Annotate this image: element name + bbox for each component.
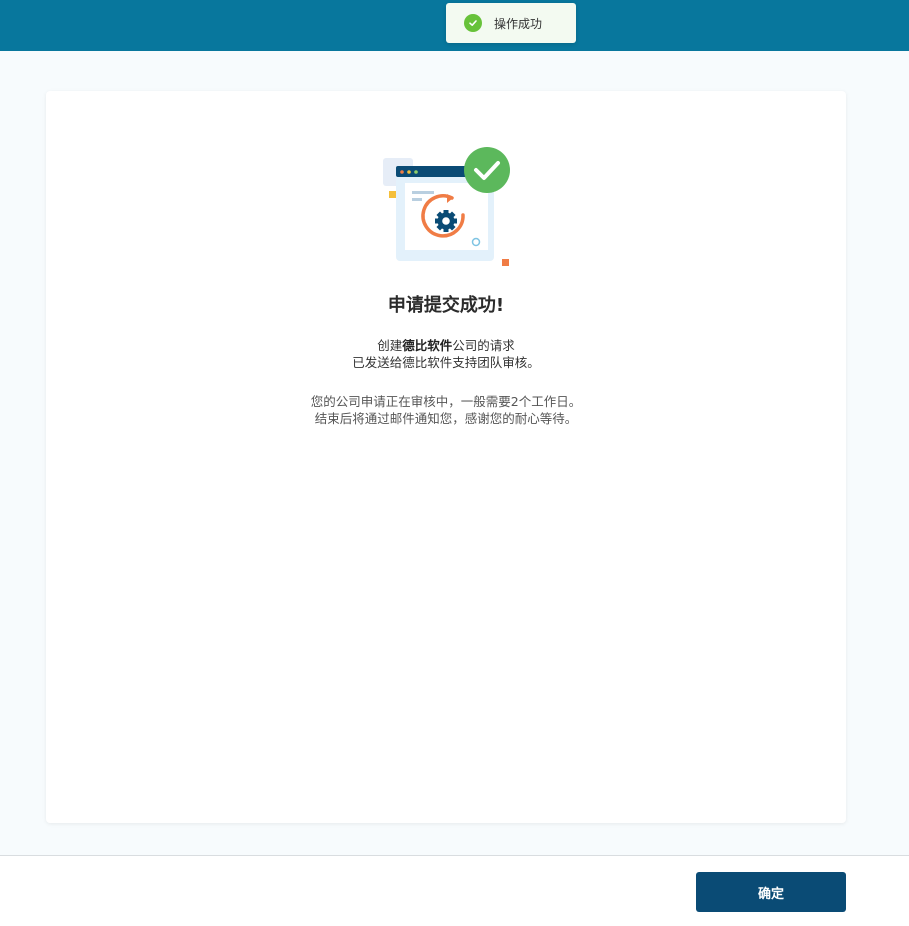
check-circle-icon xyxy=(464,14,482,32)
summary-prefix: 创建 xyxy=(377,338,403,353)
company-name: 德比软件 xyxy=(402,338,453,353)
review-notice: 您的公司申请正在审核中，一般需要2个工作日。 结束后将通过邮件通知您，感谢您的耐… xyxy=(46,393,846,427)
notice-line-2: 结束后将通过邮件通知您，感谢您的耐心等待。 xyxy=(314,411,578,426)
notice-line-1: 您的公司申请正在审核中，一般需要2个工作日。 xyxy=(310,394,582,409)
confirm-button[interactable]: 确定 xyxy=(696,872,846,912)
result-title: 申请提交成功! xyxy=(387,295,505,316)
summary-line-2: 已发送给德比软件支持团队审核。 xyxy=(352,355,540,370)
footer-bar: 确定 xyxy=(0,855,909,926)
success-toast: 操作成功 xyxy=(446,3,576,43)
request-summary: 创建德比软件公司的请求 已发送给德比软件支持团队审核。 xyxy=(46,337,846,371)
toast-message: 操作成功 xyxy=(494,16,543,31)
summary-suffix: 公司的请求 xyxy=(452,338,515,353)
submission-success-illustration xyxy=(383,147,510,266)
result-card: 申请提交成功! 创建德比软件公司的请求 已发送给德比软件支持团队审核。 您的公司… xyxy=(46,91,846,823)
